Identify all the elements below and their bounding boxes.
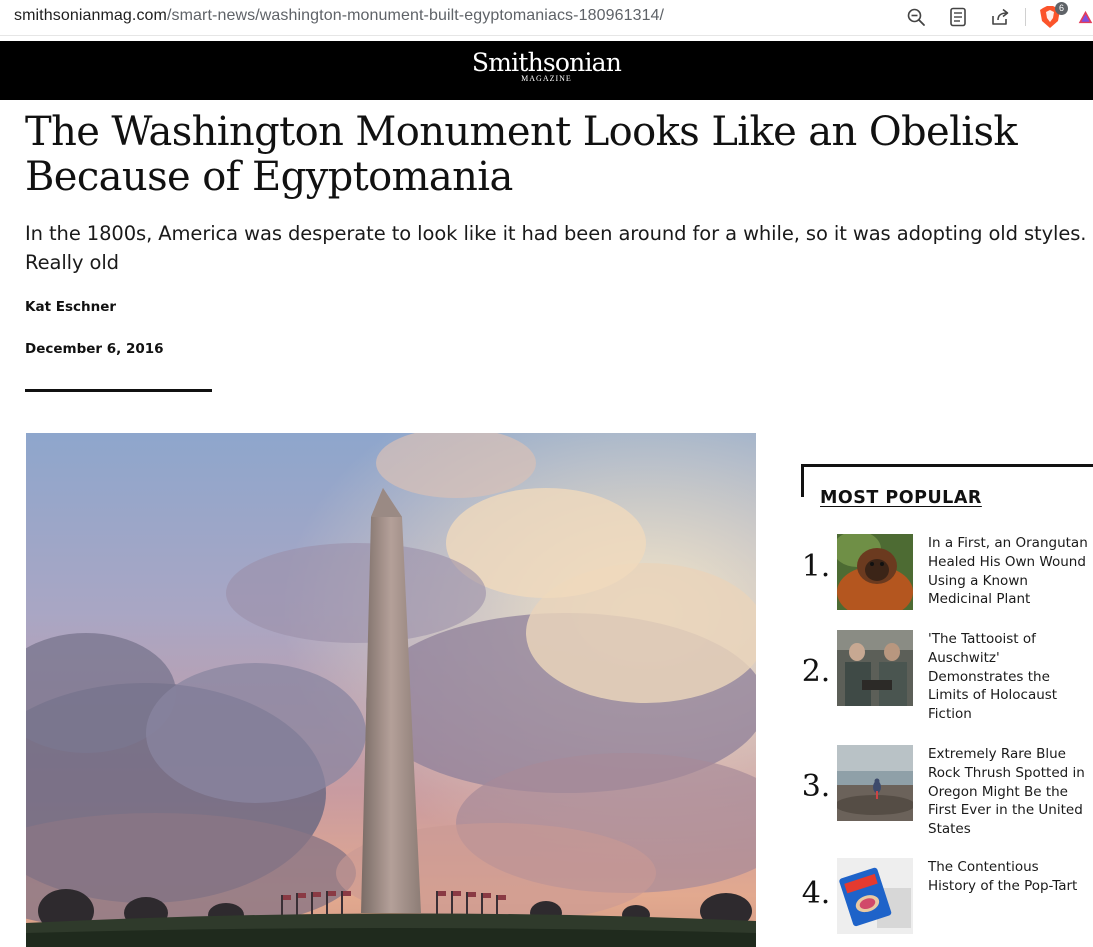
article-author[interactable]: Kat Eschner — [25, 299, 116, 315]
most-popular-headline[interactable]: The Contentious History of the Pop-Tart — [928, 858, 1088, 896]
article-date: December 6, 2016 — [25, 341, 164, 357]
rank-number: 1. — [801, 549, 831, 584]
share-icon[interactable] — [988, 5, 1012, 29]
pop-tart-thumbnail[interactable] — [837, 858, 913, 934]
logo-wordmark: Smithsonian — [471, 48, 622, 77]
url-host: smithsonianmag.com — [14, 7, 167, 24]
article-headline: The Washington Monument Looks Like an Ob… — [25, 109, 1018, 200]
header-divider — [25, 389, 212, 392]
most-popular-title[interactable]: MOST POPULAR — [820, 488, 982, 508]
thrush-thumbnail[interactable] — [837, 745, 913, 821]
browser-toolbar: smithsonianmag.com/smart-news/washington… — [0, 0, 1093, 36]
most-popular-headline[interactable]: In a First, an Orangutan Healed His Own … — [928, 534, 1088, 609]
address-bar-url[interactable]: smithsonianmag.com/smart-news/washington… — [14, 7, 664, 25]
tattooist-thumbnail[interactable] — [837, 630, 913, 706]
article-dek: In the 1800s, America was desperate to l… — [25, 222, 1087, 274]
logo-subtitle: MAGAZINE — [521, 74, 572, 83]
site-header: Smithsonian MAGAZINE — [0, 41, 1093, 100]
most-popular-headline[interactable]: Extremely Rare Blue Rock Thrush Spotted … — [928, 745, 1088, 839]
rank-number: 2. — [801, 654, 831, 689]
orangutan-thumbnail[interactable] — [837, 534, 913, 610]
toolbar-separator — [1025, 8, 1026, 26]
url-path: /smart-news/washington-monument-built-eg… — [166, 7, 665, 24]
rank-number: 3. — [801, 769, 831, 804]
shields-badge: 6 — [1055, 2, 1068, 15]
most-popular-headline[interactable]: 'The Tattooist of Auschwitz' Demonstrate… — [928, 630, 1088, 724]
reader-mode-icon[interactable] — [946, 5, 970, 29]
brave-rewards-icon[interactable] — [1078, 5, 1093, 29]
hero-image — [26, 433, 756, 947]
zoom-icon[interactable] — [904, 5, 928, 29]
smithsonian-logo[interactable]: Smithsonian MAGAZINE — [0, 48, 1093, 84]
rank-number: 4. — [801, 876, 831, 911]
